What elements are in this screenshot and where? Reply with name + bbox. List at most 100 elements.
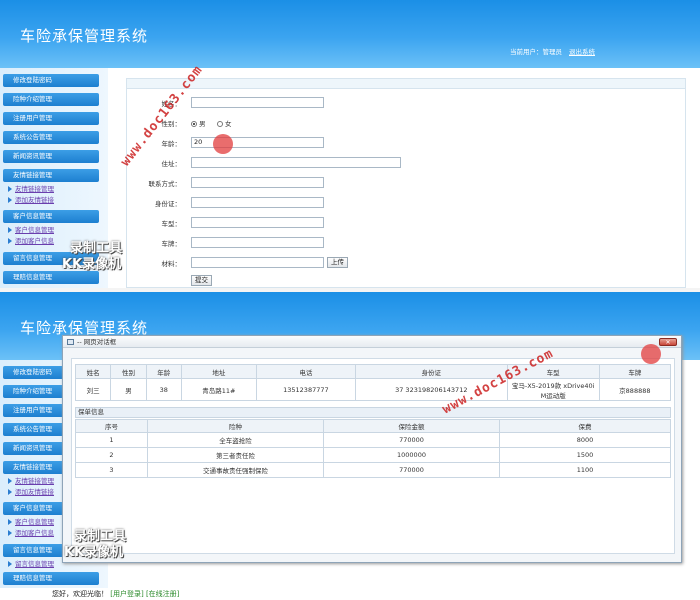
cell-cartype: 宝马-X5-2019款 xDrive40i M运动版 (506, 378, 600, 401)
policy-cell: 770000 (323, 432, 500, 448)
th-type: 险种 (147, 419, 324, 433)
footer-greeting: 您好，欢迎光临！ (52, 590, 108, 598)
gender-male-radio[interactable]: 男 (191, 118, 206, 128)
th-name: 姓名 (74, 364, 112, 379)
th-address: 地址 (180, 364, 257, 379)
app-title: 车险承保管理系统 (20, 27, 149, 45)
policy-cell: 交通事故责任强制保险 (147, 462, 324, 478)
sub-item-links-manage[interactable]: 友情链接管理 (8, 475, 54, 485)
policy-cell: 8000 (499, 432, 671, 448)
policy-cell: 1500 (499, 447, 671, 463)
sidebar-item-news[interactable]: 新闻资讯管理 (3, 150, 99, 163)
th-plate: 车牌 (598, 364, 672, 379)
submit-button[interactable]: 提交 (191, 275, 212, 286)
th-phone: 电话 (255, 364, 356, 379)
th-amount: 保险金额 (323, 419, 500, 433)
sidebar-item-password[interactable]: 修改登陆密码 (3, 74, 99, 87)
sub-item-customer-manage[interactable]: 客户信息管理 (8, 516, 54, 526)
label-plate: 车牌： (161, 240, 182, 248)
cursor-highlight (641, 344, 661, 364)
table-row: 1 全车盗抢险 770000 8000 (75, 432, 671, 448)
policy-cell: 2 (75, 447, 148, 463)
upload-button[interactable]: 上传 (327, 257, 348, 268)
name-input[interactable] (191, 97, 324, 108)
policy-header-row: 序号 险种 保险金额 保费 (75, 419, 671, 433)
cursor-highlight (213, 134, 233, 154)
web-dialog: -- 网页对话框 ✕ 姓名 性别 年龄 地址 电话 身份证 车型 车牌 刘三 男 (62, 335, 682, 563)
phone-input[interactable] (191, 177, 324, 188)
sub-item-customer-add[interactable]: 添加客户信息 (8, 235, 54, 245)
policy-cell: 770000 (323, 462, 500, 478)
form-topbar (127, 79, 685, 89)
screenshot-dialog: 车险承保管理系统 修改登陆密码 险种介绍管理 注册用户管理 系统公告管理 新闻资… (0, 292, 700, 600)
close-icon[interactable]: ✕ (659, 338, 677, 346)
register-link[interactable]: [在线注册] (146, 590, 179, 598)
policy-cell: 第三者责任险 (147, 447, 324, 463)
cell-gender: 男 (110, 378, 147, 401)
customer-form: 姓名： 性别： 男 女 年龄： 20 住址： 联系方式： 身份证： 车型： 车牌… (126, 78, 686, 288)
policy-cell: 1100 (499, 462, 671, 478)
logout-link[interactable]: 退出系统 (569, 48, 595, 56)
age-input[interactable]: 20 (191, 137, 324, 148)
sidebar-item-customer[interactable]: 客户信息管理 (3, 210, 99, 223)
policy-cell: 1 (75, 432, 148, 448)
table-row: 2 第三者责任险 1000000 1500 (75, 447, 671, 463)
customer-header-row: 姓名 性别 年龄 地址 电话 身份证 车型 车牌 (74, 364, 672, 379)
dialog-title: -- 网页对话框 (77, 338, 117, 346)
gender-female-label: 女 (225, 120, 232, 128)
table-row: 刘三 男 38 青岛路11# 13512387777 37 3231982061… (74, 378, 672, 401)
screenshot-form: 车险承保管理系统 当前用户：管理员 退出系统 修改登陆密码 险种介绍管理 注册用户… (0, 0, 700, 288)
label-idcard: 身份证： (155, 200, 181, 208)
sub-item-customer-add[interactable]: 添加客户信息 (8, 527, 54, 537)
user-label: 当前用户： (510, 48, 543, 56)
sidebar-item-links[interactable]: 友情链接管理 (3, 169, 99, 182)
sub-item-messages-manage[interactable]: 留言信息管理 (8, 558, 54, 568)
policy-cell: 1000000 (323, 447, 500, 463)
idcard-input[interactable] (191, 197, 324, 208)
sidebar-item-claims[interactable]: 理赔信息管理 (3, 572, 99, 585)
th-idcard: 身份证 (354, 364, 508, 379)
policy-cell: 3 (75, 462, 148, 478)
cell-name: 刘三 (74, 378, 112, 401)
login-link[interactable]: [用户登录] (110, 590, 143, 598)
th-seq: 序号 (75, 419, 148, 433)
sub-item-customer-manage[interactable]: 客户信息管理 (8, 224, 54, 234)
gender-male-label: 男 (199, 120, 206, 128)
policy-table: 序号 险种 保险金额 保费 1 全车盗抢险 770000 8000 2 第三者责… (75, 419, 671, 478)
sidebar-item-claims[interactable]: 理赔信息管理 (3, 271, 99, 284)
watermark-tool1: 录制工具 (74, 529, 127, 544)
watermark-tool2: KK录像机 (64, 545, 124, 560)
sidebar-item-notice[interactable]: 系统公告管理 (3, 131, 99, 144)
sub-item-links-manage[interactable]: 友情链接管理 (8, 183, 54, 193)
th-age: 年龄 (145, 364, 182, 379)
dialog-content: 姓名 性别 年龄 地址 电话 身份证 车型 车牌 刘三 男 38 青岛路11# … (71, 358, 675, 554)
plate-input[interactable] (191, 237, 324, 248)
user-info: 当前用户：管理员 退出系统 (510, 46, 595, 56)
customer-table: 姓名 性别 年龄 地址 电话 身份证 车型 车牌 刘三 男 38 青岛路11# … (74, 364, 672, 401)
cartype-input[interactable] (191, 217, 324, 228)
address-input[interactable] (191, 157, 401, 168)
sub-item-links-add[interactable]: 添加友情链接 (8, 486, 54, 496)
table-row: 3 交通事故责任强制保险 770000 1100 (75, 462, 671, 478)
footer: 您好，欢迎光临！ [用户登录] [在线注册] (0, 588, 700, 600)
cell-phone: 13512387777 (255, 378, 356, 401)
user-name: 管理员 (542, 48, 563, 56)
cell-age: 38 (145, 378, 182, 401)
cell-address: 青岛路11# (180, 378, 257, 401)
sidebar-item-users[interactable]: 注册用户管理 (3, 112, 99, 125)
policy-section-title: 保单信息 (75, 407, 671, 418)
material-input[interactable] (191, 257, 324, 268)
dialog-window-icon (67, 339, 74, 345)
label-phone: 联系方式： (148, 180, 182, 188)
label-material: 材料： (161, 260, 182, 268)
label-cartype: 车型： (161, 220, 182, 228)
sidebar-item-insurance[interactable]: 险种介绍管理 (3, 93, 99, 106)
watermark-tool1: 录制工具 (70, 241, 123, 256)
main-content: 姓名： 性别： 男 女 年龄： 20 住址： 联系方式： 身份证： 车型： 车牌… (112, 72, 700, 288)
gender-female-radio[interactable]: 女 (217, 118, 232, 128)
th-gender: 性别 (110, 364, 147, 379)
watermark-tool2: KK录像机 (62, 257, 122, 272)
sub-item-links-add[interactable]: 添加友情链接 (8, 194, 54, 204)
th-premium: 保费 (499, 419, 671, 433)
dialog-titlebar: -- 网页对话框 ✕ (63, 336, 681, 348)
